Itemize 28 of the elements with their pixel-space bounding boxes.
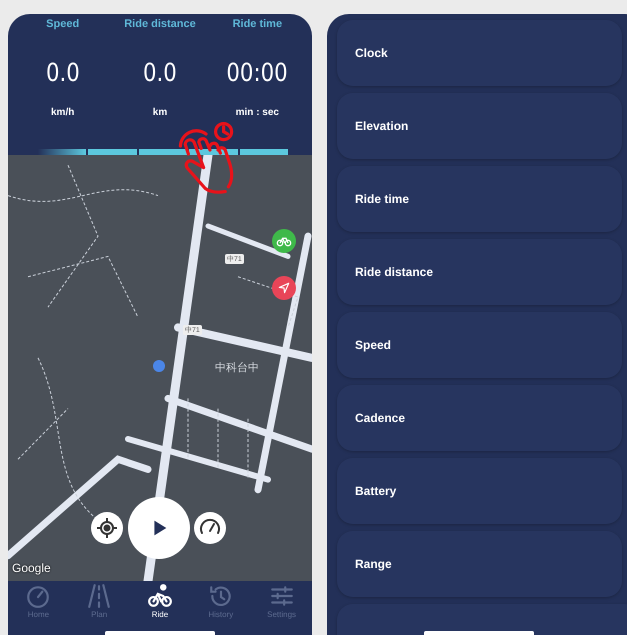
stat-label: Ride time <box>232 18 282 30</box>
bike-marker-icon[interactable] <box>272 229 296 253</box>
map-attribution: Google <box>12 561 51 575</box>
location-dot-icon <box>153 360 165 372</box>
place-name: 中科台中 <box>213 360 261 375</box>
data-field-option[interactable]: Battery <box>337 458 622 524</box>
stat-value: 0.0 <box>46 58 80 87</box>
stat-value: 00:00 <box>226 58 288 87</box>
data-field-option[interactable]: Speed <box>337 312 622 378</box>
data-field-option[interactable]: Range <box>337 531 622 597</box>
stat-unit: min : sec <box>236 107 279 118</box>
recenter-button[interactable] <box>91 512 123 544</box>
data-field-option[interactable]: Elevation <box>337 93 622 159</box>
data-field-option[interactable]: Clock <box>337 20 622 86</box>
road-icon <box>86 583 112 609</box>
data-field-option[interactable]: Ride time <box>337 166 622 232</box>
navigation-marker-icon[interactable] <box>272 276 296 300</box>
stat-label: Speed <box>46 18 80 30</box>
data-field-option[interactable]: Ride distance <box>337 239 622 305</box>
stat-label: Ride distance <box>124 18 196 30</box>
speedometer-button[interactable] <box>194 512 226 544</box>
stat-value: 0.0 <box>143 58 177 87</box>
stat-unit: km <box>152 107 168 118</box>
nav-tab[interactable]: Ride <box>132 583 188 635</box>
data-field-option[interactable]: Cadence <box>337 385 622 451</box>
cyclist-icon <box>146 583 173 609</box>
crosshair-icon <box>95 516 119 540</box>
stat-unit: km/h <box>50 107 74 118</box>
